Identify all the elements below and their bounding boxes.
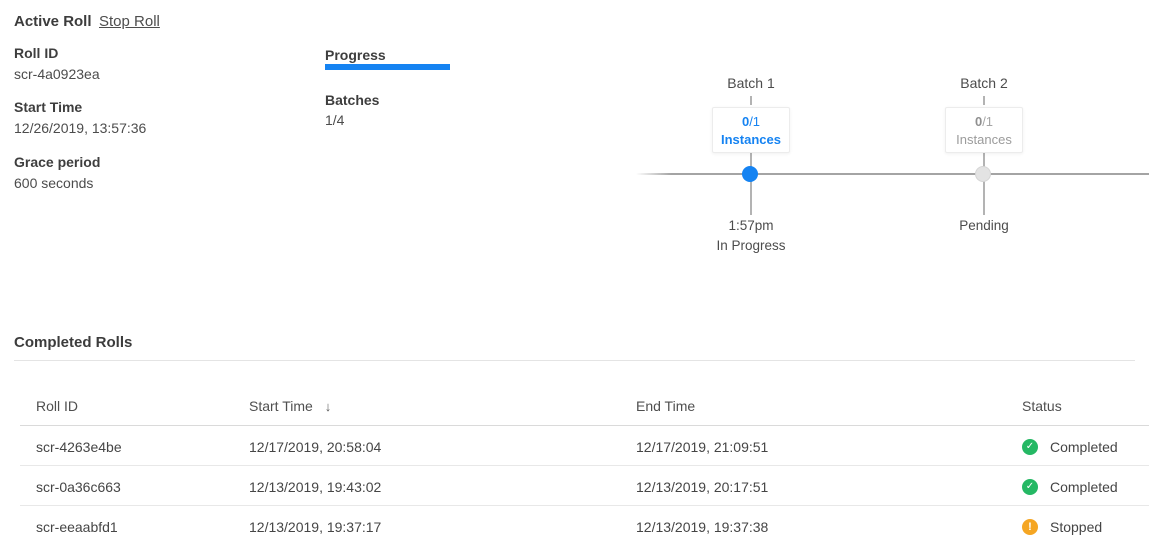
stop-roll-link[interactable]: Stop Roll bbox=[99, 13, 160, 30]
batch-2-instances-card[interactable]: 0/1 Instances bbox=[945, 107, 1023, 153]
timeline-stop-batch-1: Batch 1 0/1 Instances 1:57pm In Progress bbox=[671, 75, 831, 260]
table-row[interactable]: scr-0a36c663 12/13/2019, 19:43:02 12/13/… bbox=[0, 480, 1149, 494]
exclamation-circle-icon: ! bbox=[1022, 519, 1038, 535]
end-time-cell: 12/13/2019, 20:17:51 bbox=[636, 480, 768, 494]
batch-1-progress-dot bbox=[742, 166, 758, 182]
sort-desc-icon[interactable]: ↓ bbox=[325, 399, 332, 414]
timeline-stop-batch-2: Batch 2 0/1 Instances Pending bbox=[904, 75, 1064, 260]
roll-id-cell: scr-0a36c663 bbox=[36, 480, 121, 494]
status-cell: ✓ Completed bbox=[1022, 479, 1118, 495]
batch-2-instances-label: Instances bbox=[956, 132, 1012, 147]
field-start-time: Start Time 12/26/2019, 13:57:36 bbox=[14, 100, 146, 135]
grace-period-value: 600 seconds bbox=[14, 176, 100, 190]
batch-1-status: In Progress bbox=[671, 238, 831, 253]
batch-2-tick bbox=[983, 96, 985, 105]
column-header-status: Status bbox=[1022, 399, 1062, 413]
field-grace-period: Grace period 600 seconds bbox=[14, 155, 100, 190]
end-time-cell: 12/17/2019, 21:09:51 bbox=[636, 440, 768, 454]
grace-period-label: Grace period bbox=[14, 155, 100, 169]
table-row[interactable]: scr-eeaabfd1 12/13/2019, 19:37:17 12/13/… bbox=[0, 520, 1149, 534]
completed-rolls-title: Completed Rolls bbox=[14, 334, 132, 351]
roll-id-value: scr-4a0923ea bbox=[14, 67, 100, 81]
batch-2-instance-count: 0/1 bbox=[975, 114, 993, 129]
section-divider bbox=[14, 360, 1135, 361]
field-roll-id: Roll ID scr-4a0923ea bbox=[14, 46, 100, 81]
progress-bar bbox=[325, 64, 450, 70]
start-time-cell: 12/13/2019, 19:37:17 bbox=[249, 520, 381, 534]
batch-1-tick bbox=[750, 96, 752, 105]
batch-1-instance-count: 0/1 bbox=[742, 114, 760, 129]
row-divider bbox=[20, 465, 1149, 466]
batch-1-time: 1:57pm bbox=[671, 218, 831, 233]
status-cell: ✓ Completed bbox=[1022, 439, 1118, 455]
status-label: Stopped bbox=[1050, 520, 1102, 534]
start-time-cell: 12/13/2019, 19:43:02 bbox=[249, 480, 381, 494]
roll-id-cell: scr-4263e4be bbox=[36, 440, 122, 454]
batch-2-time: Pending bbox=[904, 218, 1064, 233]
roll-id-cell: scr-eeaabfd1 bbox=[36, 520, 118, 534]
batches-value: 1/4 bbox=[325, 112, 344, 128]
rolls-page: Active Roll Stop Roll Roll ID scr-4a0923… bbox=[0, 0, 1149, 545]
batch-2-pending-dot bbox=[975, 166, 991, 182]
check-circle-icon: ✓ bbox=[1022, 439, 1038, 455]
batch-2-stem bbox=[983, 153, 985, 215]
active-roll-title: Active Roll bbox=[14, 13, 92, 30]
batch-2-name: Batch 2 bbox=[904, 75, 1064, 91]
status-label: Completed bbox=[1050, 480, 1118, 494]
column-header-end-time: End Time bbox=[636, 399, 695, 413]
check-circle-icon: ✓ bbox=[1022, 479, 1038, 495]
batch-1-instances-card[interactable]: 0/1 Instances bbox=[712, 107, 790, 153]
start-time-value: 12/26/2019, 13:57:36 bbox=[14, 121, 146, 135]
row-divider bbox=[20, 505, 1149, 506]
roll-id-label: Roll ID bbox=[14, 46, 100, 60]
header-divider bbox=[20, 425, 1149, 426]
batches-label: Batches bbox=[325, 92, 379, 108]
status-label: Completed bbox=[1050, 440, 1118, 454]
batch-1-name: Batch 1 bbox=[671, 75, 831, 91]
table-header-row: Roll ID Start Time↓ End Time Status bbox=[0, 399, 1149, 413]
batch-1-instances-label: Instances bbox=[721, 132, 781, 147]
table-row[interactable]: scr-4263e4be 12/17/2019, 20:58:04 12/17/… bbox=[0, 440, 1149, 454]
status-cell: ! Stopped bbox=[1022, 519, 1102, 535]
start-time-cell: 12/17/2019, 20:58:04 bbox=[249, 440, 381, 454]
column-header-roll-id: Roll ID bbox=[36, 399, 78, 413]
batch-1-stem bbox=[750, 153, 752, 215]
column-header-start-time[interactable]: Start Time↓ bbox=[249, 399, 331, 414]
progress-label: Progress bbox=[325, 47, 386, 63]
end-time-cell: 12/13/2019, 19:37:38 bbox=[636, 520, 768, 534]
start-time-label: Start Time bbox=[14, 100, 146, 114]
